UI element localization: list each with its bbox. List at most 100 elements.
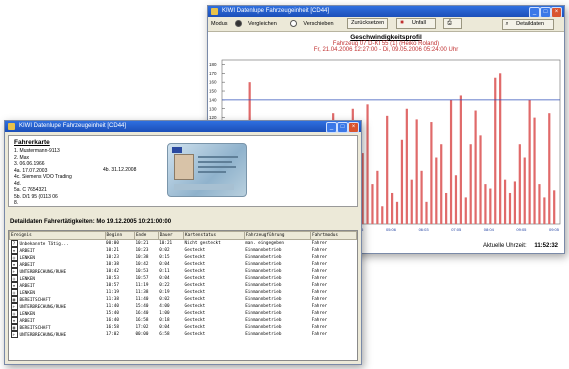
speed-bar: [489, 188, 492, 224]
table-cell: 0:04: [159, 325, 170, 330]
table-cell: Fahrer: [311, 290, 328, 295]
y-tick-label: 130: [209, 106, 217, 111]
close-button[interactable]: ×: [348, 122, 359, 133]
table-row[interactable]: ? Unbekannte Tätig... 00:00 10:21 10:21 Nicht…: [10, 240, 357, 247]
table-row[interactable]: ▣ BEREITSCHAFT 11:38 11:40 0:02 Gesteckt Einma…: [10, 296, 357, 303]
column-header[interactable]: Kartenstatus: [183, 231, 245, 240]
speed-bar: [538, 184, 541, 224]
maximize-button[interactable]: □: [337, 122, 348, 133]
verschieben-radio[interactable]: Verschieben: [290, 20, 339, 28]
table-row[interactable]: ⚒ ARBEIT 10:38 10:42 0:04 Gesteckt Einmannbetr…: [10, 261, 357, 268]
speed-bar: [449, 99, 453, 224]
vergleichen-radio[interactable]: Vergleichen: [235, 20, 283, 28]
event-cell: ⊢ UNTERBRECHUNG/RUHE: [10, 303, 106, 310]
minimize-button[interactable]: _: [326, 122, 337, 133]
column-header[interactable]: Ereignis: [9, 231, 106, 240]
table-cell: 10:23: [135, 248, 149, 253]
table-row[interactable]: ▣ BEREITSCHAFT 16:58 17:02 0:04 Gesteckt Einma…: [10, 324, 357, 331]
table-cell: Gesteckt: [184, 283, 206, 288]
card-photo: [174, 154, 194, 180]
speed-bar: [528, 99, 531, 224]
table-cell: 4:00: [159, 304, 170, 309]
table-cell: Fahrer: [311, 297, 328, 302]
table-cell: Einmannbetrieb: [245, 269, 282, 274]
table-cell: Einmannbetrieb: [245, 304, 282, 309]
x-tick-label: 05:06: [386, 227, 397, 232]
detaildaten-button[interactable]: ⌕ Detaildaten: [501, 19, 554, 30]
table-cell: Fahrer: [311, 255, 328, 260]
table-cell: 11:19: [106, 290, 119, 295]
printer-icon: ⎙: [447, 20, 452, 27]
table-cell: Fahrer: [311, 276, 328, 281]
zuruecksetzen-button[interactable]: Zurücksetzen: [347, 18, 389, 30]
column-header[interactable]: Fahrtmodus: [310, 231, 357, 240]
table-cell: 10:57: [135, 276, 149, 281]
column-header[interactable]: Beginn: [104, 231, 135, 240]
speed-bar: [513, 181, 517, 224]
speed-bar: [420, 170, 423, 224]
speed-bar: [445, 192, 448, 224]
table-cell: Fahrer: [311, 241, 328, 246]
table-cell: 10:23: [106, 255, 119, 260]
table-row[interactable]: ⊢ UNTERBRECHUNG/RUHE 17:02 00:00 6:58 Gesteck…: [10, 331, 357, 338]
card-text-line: [198, 166, 236, 168]
table-row[interactable]: ⚒ ARBEIT 10:21 10:23 0:02 Gesteckt Einmannbetr…: [10, 247, 357, 254]
table-cell: Fahrer: [311, 311, 328, 316]
speed-bar: [499, 73, 502, 224]
speed-window-title: KIWI Datenlupe Fahrzeugeinheit [CD44]: [222, 8, 330, 14]
column-header[interactable]: Ende: [133, 231, 159, 240]
speed-toolbar: Modus Vergleichen Verschieben Zurücksetz…: [208, 17, 564, 32]
table-cell: 0:02: [159, 297, 170, 302]
table-cell: Fahrer: [311, 248, 328, 253]
activity-table[interactable]: Ereignis Beginn Ende Dauer Kartenstatus Fahrz…: [8, 230, 358, 361]
print-button[interactable]: ⎙: [443, 18, 462, 30]
activity-icon: ▣: [10, 324, 18, 331]
table-row[interactable]: ◎ LENKEN 10:23 10:38 0:15 Gesteckt Einmannbetr…: [10, 254, 357, 261]
table-row[interactable]: ⊢ UNTERBRECHUNG/RUHE 11:40 15:40 4:00 Gesteck…: [10, 303, 357, 310]
card-window-titlebar[interactable]: KIWI Datenlupe Fahrzeugeinheit [CD44] _ …: [5, 121, 361, 133]
table-cell: Fahrer: [311, 304, 328, 309]
table-cell: 10:38: [135, 255, 149, 260]
table-row[interactable]: ◎ LENKEN 10:53 10:57 0:04 Gesteckt Einmannbetr…: [10, 275, 357, 282]
table-row[interactable]: ⚒ ARBEIT 16:40 16:58 0:18 Gesteckt Einmannbetr…: [10, 317, 357, 324]
table-cell: 1:00: [159, 311, 170, 316]
table-row[interactable]: ◎ LENKEN 15:40 16:40 1:00 Gesteckt Einmannbetr…: [10, 310, 357, 317]
table-row[interactable]: ◎ LENKEN 11:19 11:38 0:19 Gesteckt Einmannbetr…: [10, 289, 357, 296]
table-row[interactable]: ⊢ UNTERBRECHUNG/RUHE 10:42 10:53 0:11 Gesteck…: [10, 268, 357, 275]
unfall-button[interactable]: ✸ Unfall: [395, 18, 436, 30]
table-cell: Gesteckt: [184, 304, 206, 309]
activity-icon: ⚒: [10, 247, 18, 254]
table-cell: Fahrer: [311, 332, 328, 337]
speed-window-titlebar[interactable]: KIWI Datenlupe Fahrzeugeinheit [CD44] _ …: [208, 6, 564, 18]
speed-bar: [381, 206, 384, 224]
column-header[interactable]: Fahrzeugführung: [243, 231, 312, 240]
y-tick-label: 170: [209, 71, 217, 76]
activity-icon: ⚒: [10, 282, 18, 289]
table-cell: 16:40: [106, 318, 119, 323]
table-cell: Fahrer: [311, 325, 328, 330]
table-cell: 0:18: [159, 318, 170, 323]
table-cell: Fahrer: [311, 283, 328, 288]
table-cell: Gesteckt: [184, 332, 206, 337]
table-cell: 10:38: [106, 262, 119, 267]
table-cell: Einmannbetrieb: [245, 248, 282, 253]
speed-bar: [503, 179, 507, 224]
activity-icon: ▣: [10, 296, 18, 303]
table-row[interactable]: ⚒ ARBEIT 10:57 11:19 0:22 Gesteckt Einmannbetr…: [10, 282, 357, 289]
table-cell: Gesteckt: [184, 297, 206, 302]
column-header[interactable]: Dauer: [157, 231, 185, 240]
speed-bar: [435, 157, 438, 224]
speed-bar: [454, 175, 458, 224]
x-tick-label: 07:05: [451, 227, 462, 232]
speed-bar: [386, 115, 389, 224]
speed-bar: [410, 179, 413, 224]
table-cell: 11:38: [106, 297, 119, 302]
speed-bar: [440, 144, 443, 224]
card-text-line: [198, 156, 238, 158]
status-time: 11:52:32: [534, 243, 558, 249]
table-cell: 0:11: [159, 269, 170, 274]
y-tick-label: 180: [209, 62, 217, 67]
table-cell: 10:21: [135, 241, 149, 246]
table-cell: 00:00: [106, 241, 119, 246]
table-cell: Einmannbetrieb: [245, 255, 282, 260]
